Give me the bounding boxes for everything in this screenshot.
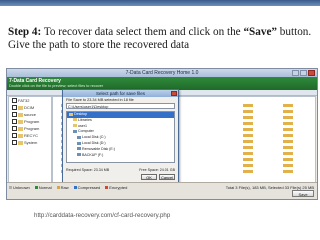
checkbox-icon[interactable] bbox=[12, 126, 17, 132]
dialog-title: Select path for save files bbox=[95, 91, 146, 96]
tree-item[interactable]: RECYC bbox=[9, 132, 51, 139]
save-path-input[interactable]: C:\Users\user1\Desktop bbox=[66, 103, 175, 109]
file-legend: Unknown Normal Raw Compressed Encrypted bbox=[9, 185, 127, 190]
ok-button[interactable]: OK bbox=[141, 174, 157, 180]
dialog-folder-tree: Desktop Libraries user1 Computer Local D… bbox=[66, 111, 175, 163]
dialog-buttons: OK Cancel bbox=[141, 174, 175, 180]
status-bar: Unknown Normal Raw Compressed Encrypted … bbox=[7, 182, 317, 199]
checkbox-icon[interactable] bbox=[12, 133, 17, 139]
file-icon-column bbox=[283, 101, 293, 181]
maximize-icon[interactable] bbox=[300, 70, 307, 76]
legend-item: Raw bbox=[56, 185, 69, 190]
folder-tree: FAT32 DCIM source Program Program RECYC … bbox=[8, 96, 52, 184]
tree-item[interactable]: Program bbox=[9, 125, 51, 132]
window-controls bbox=[292, 70, 315, 76]
tree-item[interactable]: System bbox=[9, 139, 51, 146]
cancel-button[interactable]: Cancel bbox=[159, 174, 175, 180]
dialog-title-bar: Select path for save files bbox=[63, 90, 178, 97]
drive-icon bbox=[77, 141, 81, 145]
legend-swatch bbox=[9, 186, 12, 190]
close-icon[interactable] bbox=[308, 70, 315, 76]
checkbox-icon[interactable] bbox=[12, 140, 17, 146]
folder-icon bbox=[73, 124, 77, 128]
file-icon-column bbox=[243, 101, 253, 181]
checkbox-icon[interactable] bbox=[12, 98, 17, 104]
drive-icon bbox=[77, 147, 81, 151]
legend-item: Unknown bbox=[9, 185, 30, 190]
folder-icon bbox=[18, 140, 23, 145]
folder-icon bbox=[73, 118, 77, 122]
legend-item: Compressed bbox=[73, 185, 100, 190]
folder-icon bbox=[18, 133, 23, 138]
app-title: 7-Data Card Recovery Home 1.0 bbox=[125, 70, 199, 76]
dialog-tree-item[interactable]: BACKUP (F:) bbox=[67, 153, 174, 159]
free-space: Free Space: 24.01 GB bbox=[139, 168, 175, 172]
legend-swatch bbox=[56, 186, 60, 190]
app-subtitle: Double click on the file to preview; sel… bbox=[9, 84, 104, 88]
app-screenshot: 7-Data Card Recovery Home 1.0 7-Data Car… bbox=[6, 68, 318, 200]
tree-item[interactable]: Program bbox=[9, 118, 51, 125]
legend-item: Normal bbox=[34, 185, 52, 190]
source-url[interactable]: http://carddata-recovery.com/cf-card-rec… bbox=[34, 212, 204, 220]
save-path-dialog: Select path for save files File Save to … bbox=[62, 89, 179, 183]
slide-top-band bbox=[0, 0, 320, 6]
dialog-close-icon[interactable] bbox=[171, 91, 177, 96]
instruction-text-1: To recover data select them and click on… bbox=[41, 26, 244, 38]
checkbox-icon[interactable] bbox=[12, 105, 17, 111]
slide-instruction: Step 4: To recover data select them and … bbox=[8, 26, 316, 52]
computer-icon bbox=[73, 129, 77, 133]
checkbox-icon[interactable] bbox=[12, 112, 17, 118]
minimize-icon[interactable] bbox=[292, 70, 299, 76]
folder-icon bbox=[18, 105, 23, 110]
tree-item[interactable]: source bbox=[9, 111, 51, 118]
legend-swatch bbox=[73, 186, 77, 190]
folder-icon bbox=[18, 112, 23, 117]
folder-icon bbox=[18, 126, 23, 131]
step-label: Step 4: bbox=[8, 26, 42, 38]
folder-icon bbox=[69, 112, 73, 116]
save-button[interactable]: Save bbox=[292, 190, 314, 197]
tree-item[interactable]: DCIM bbox=[9, 104, 51, 111]
required-space: Required Space: 23.34 MB bbox=[66, 168, 110, 172]
save-word: “Save” bbox=[243, 26, 277, 38]
legend-swatch bbox=[105, 186, 109, 190]
folder-icon bbox=[18, 119, 23, 124]
tree-item[interactable]: FAT32 bbox=[9, 97, 51, 104]
legend-item: Encrypted bbox=[105, 185, 127, 190]
drive-icon bbox=[77, 153, 81, 157]
legend-swatch bbox=[34, 186, 38, 190]
checkbox-icon[interactable] bbox=[12, 119, 17, 125]
drive-icon bbox=[77, 135, 81, 139]
dialog-space-info: Required Space: 23.34 MB Free Space: 24.… bbox=[66, 168, 175, 172]
app-title-bar: 7-Data Card Recovery Home 1.0 bbox=[7, 69, 317, 77]
